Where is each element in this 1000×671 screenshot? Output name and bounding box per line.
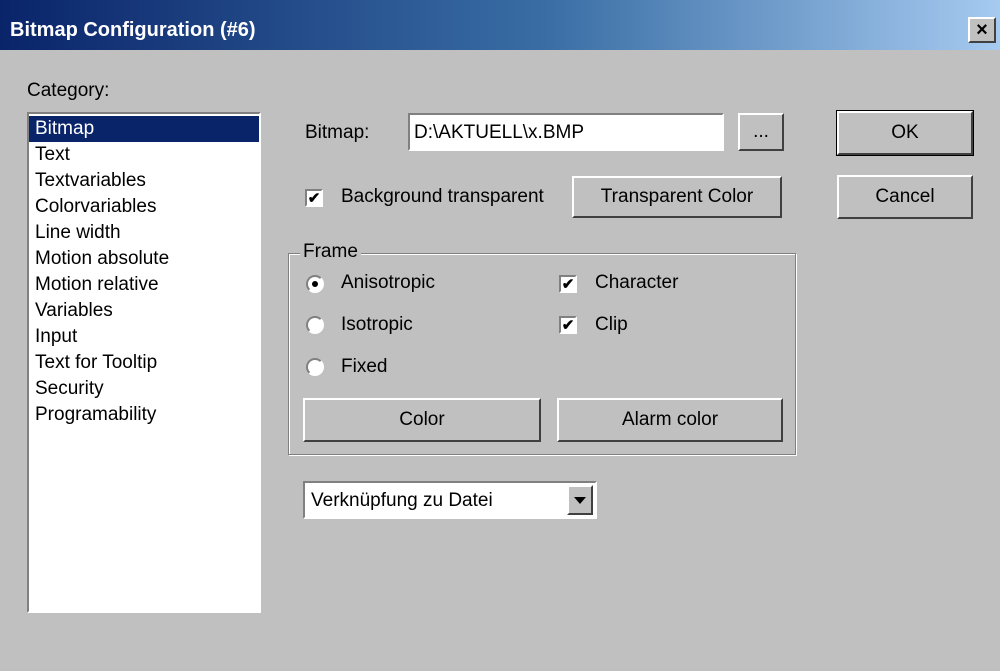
anisotropic-radio[interactable]: [306, 275, 324, 293]
category-list[interactable]: Bitmap Text Textvariables Colorvariables…: [27, 112, 261, 613]
fixed-radio[interactable]: [306, 358, 324, 376]
bitmap-path-value: D:\AKTUELL\x.BMP: [414, 122, 584, 143]
check-icon: ✔: [561, 316, 575, 334]
category-item-line-width[interactable]: Line width: [29, 220, 259, 246]
title-bar: Bitmap Configuration (#6) ×: [0, 0, 1000, 50]
radio-dot-icon: [312, 281, 318, 287]
category-item-textvariables[interactable]: Textvariables: [29, 168, 259, 194]
fixed-label: Fixed: [341, 356, 388, 377]
character-checkbox[interactable]: ✔: [559, 275, 577, 293]
category-item-variables[interactable]: Variables: [29, 298, 259, 324]
transparent-color-button[interactable]: Transparent Color: [572, 176, 782, 218]
color-button[interactable]: Color: [303, 398, 541, 442]
background-transparent-checkbox[interactable]: ✔: [305, 189, 323, 207]
category-item-bitmap[interactable]: Bitmap: [29, 116, 259, 142]
category-label: Category:: [27, 80, 110, 101]
frame-label: Frame: [300, 241, 361, 263]
chevron-down-icon: [574, 496, 586, 504]
link-type-dropdown[interactable]: Verknüpfung zu Datei: [303, 481, 597, 519]
category-item-motion-relative[interactable]: Motion relative: [29, 272, 259, 298]
category-item-colorvariables[interactable]: Colorvariables: [29, 194, 259, 220]
check-icon: ✔: [307, 189, 321, 207]
bitmap-path-field[interactable]: D:\AKTUELL\x.BMP: [408, 113, 724, 151]
close-button[interactable]: ×: [968, 17, 996, 43]
category-item-text[interactable]: Text: [29, 142, 259, 168]
category-item-motion-absolute[interactable]: Motion absolute: [29, 246, 259, 272]
alarm-color-button[interactable]: Alarm color: [557, 398, 783, 442]
link-type-value: Verknüpfung zu Datei: [311, 490, 493, 511]
clip-label: Clip: [595, 314, 628, 335]
isotropic-label: Isotropic: [341, 314, 413, 335]
close-icon: ×: [976, 19, 988, 41]
dropdown-button[interactable]: [567, 485, 593, 515]
anisotropic-label: Anisotropic: [341, 272, 435, 293]
category-item-text-for-tooltip[interactable]: Text for Tooltip: [29, 350, 259, 376]
category-item-input[interactable]: Input: [29, 324, 259, 350]
browse-button[interactable]: ...: [738, 113, 784, 151]
isotropic-radio[interactable]: [306, 316, 324, 334]
window-title: Bitmap Configuration (#6): [10, 19, 256, 41]
ok-button[interactable]: OK: [836, 110, 974, 156]
category-item-programability[interactable]: Programability: [29, 402, 259, 428]
check-icon: ✔: [561, 275, 575, 293]
clip-checkbox[interactable]: ✔: [559, 316, 577, 334]
character-label: Character: [595, 272, 679, 293]
bitmap-label: Bitmap:: [305, 122, 370, 143]
category-item-security[interactable]: Security: [29, 376, 259, 402]
cancel-button[interactable]: Cancel: [837, 175, 973, 219]
background-transparent-label: Background transparent: [341, 186, 544, 207]
